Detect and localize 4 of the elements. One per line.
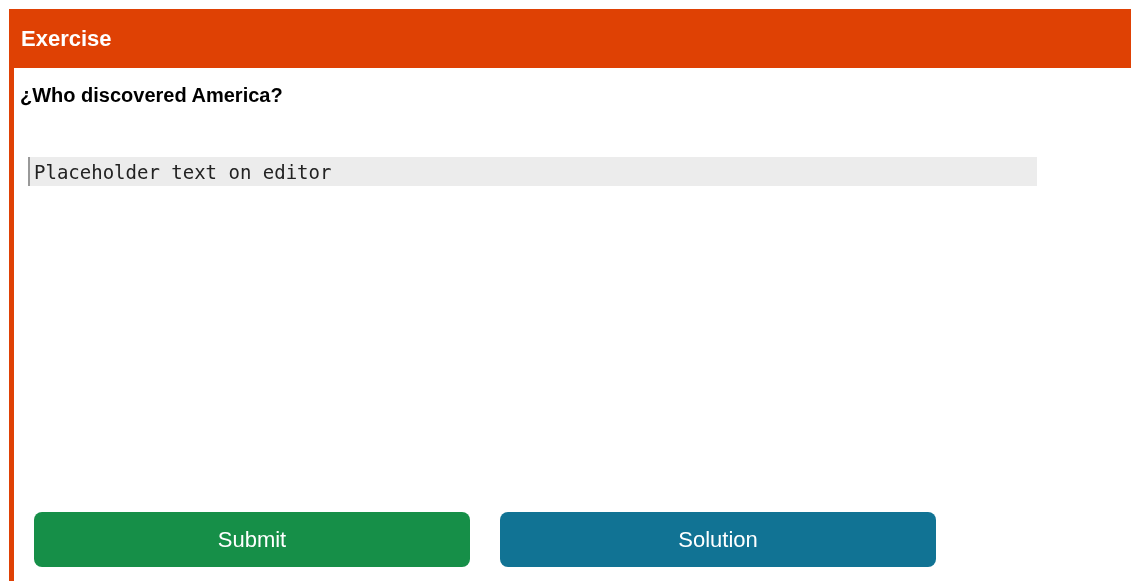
solution-button[interactable]: Solution: [500, 512, 936, 567]
exercise-header: Exercise: [14, 9, 1131, 68]
question-text: ¿Who discovered America?: [20, 83, 283, 107]
submit-button[interactable]: Submit: [34, 512, 470, 567]
